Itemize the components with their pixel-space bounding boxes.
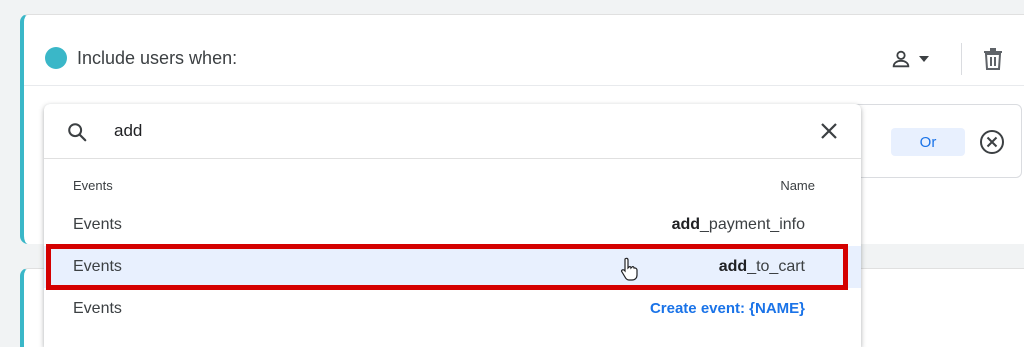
- search-icon: [68, 123, 87, 142]
- or-button[interactable]: Or: [891, 128, 965, 156]
- column-header-category: Events: [73, 178, 113, 193]
- group-indicator-dot: [45, 47, 67, 69]
- list-item-name: add_payment_info: [671, 216, 805, 233]
- pointer-hand-icon: [621, 257, 638, 281]
- column-header: Events Name: [44, 158, 861, 210]
- list-item-create-event[interactable]: Events Create event: {NAME}: [44, 288, 861, 330]
- caret-down-icon: [919, 56, 929, 62]
- delete-group-button[interactable]: [977, 43, 1009, 75]
- close-icon: [821, 123, 837, 139]
- user-scope-dropdown[interactable]: [890, 45, 942, 73]
- list-item-category: Events: [73, 300, 122, 317]
- search-input[interactable]: [114, 118, 794, 144]
- clear-search-button[interactable]: [816, 118, 842, 144]
- trash-icon: [984, 48, 1002, 70]
- person-icon: [892, 50, 910, 68]
- list-item-name: add_to_cart: [718, 258, 805, 275]
- list-item-add-to-cart[interactable]: Events add_to_cart: [44, 246, 861, 288]
- column-header-name: Name: [780, 178, 815, 193]
- dimension-picker-dropdown: Events Name Events add_payment_info Even…: [44, 104, 861, 347]
- page: Include users when: Or add Events Name E…: [0, 0, 1024, 347]
- card-header: Include users when:: [24, 15, 1024, 86]
- create-event-link[interactable]: Create event: {NAME}: [650, 300, 805, 317]
- search-row: [44, 104, 861, 159]
- list-item-category: Events: [73, 216, 122, 233]
- list-item-add-payment-info[interactable]: Events add_payment_info: [44, 204, 861, 246]
- list-item-category: Events: [73, 258, 122, 275]
- group-title: Include users when:: [77, 48, 238, 68]
- close-circle-icon: [980, 130, 1004, 154]
- header-divider: [961, 43, 962, 75]
- remove-condition-button[interactable]: [978, 128, 1006, 156]
